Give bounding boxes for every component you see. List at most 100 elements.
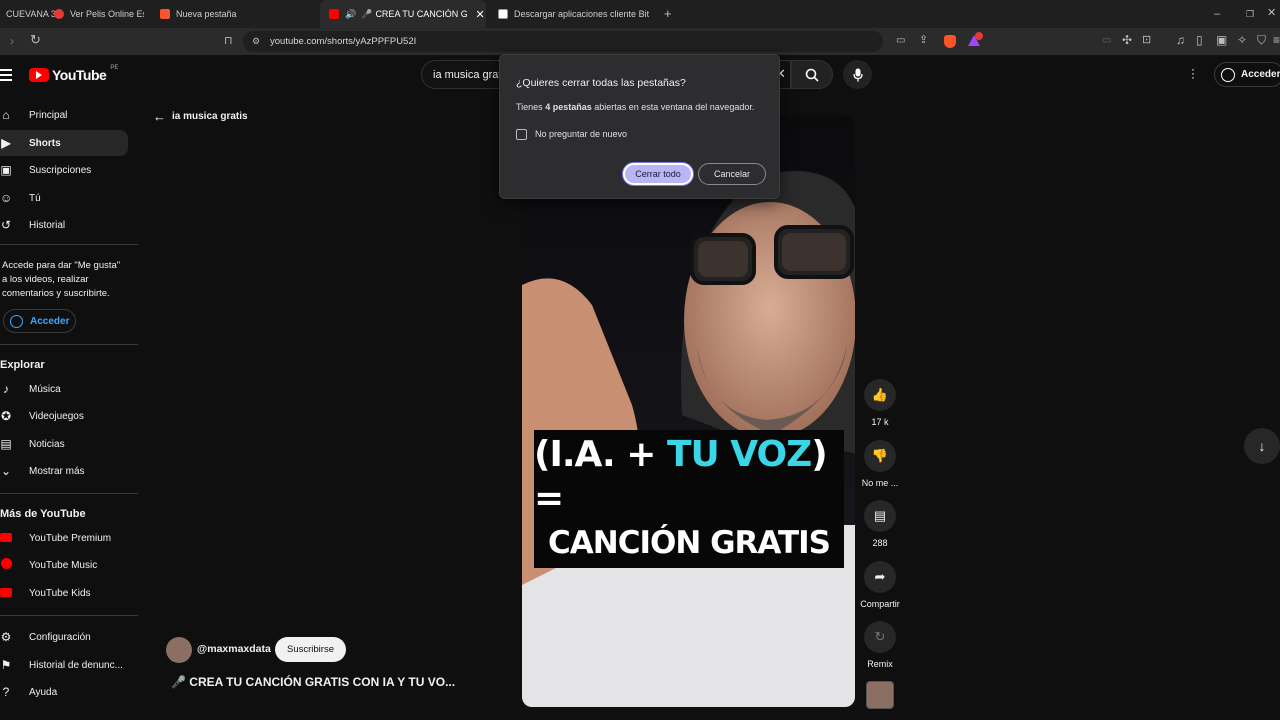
sidebar-item-mostrar-mas[interactable]: ⌄ Mostrar más [0,458,128,484]
dont-ask-checkbox[interactable] [516,129,527,140]
sidebar-item-historial[interactable]: ↺ Historial [0,212,128,238]
next-short-button[interactable]: ↓ [1244,428,1280,464]
chevron-down-icon: ⌄ [0,464,12,478]
page-icon [498,9,508,19]
back-to-results[interactable]: ← ia musica gratis [153,109,248,124]
youtube-music-icon [0,558,12,572]
channel-avatar[interactable] [166,637,192,663]
puzzle-icon[interactable]: ✣ [1122,34,1132,46]
youtube-logo[interactable]: YouTube PE [29,65,118,83]
youtube-premium-icon [0,531,12,545]
sidebar-signin-button[interactable]: Acceder [3,309,76,333]
site-info-icon[interactable]: ⚙ [252,31,260,52]
hamburger-menu-icon[interactable] [0,69,12,81]
remix-icon[interactable]: ↻ [864,621,896,653]
mic-icon: 🎤 [361,8,373,19]
extension-icon-dim[interactable]: ▭ [1102,35,1111,47]
share-action[interactable]: ➦ Compartir [858,561,902,609]
sidebar-item-shorts[interactable]: ▶ Shorts [0,130,128,156]
gear-icon: ⚙ [0,630,12,644]
sidebar-item-historial-denuncias[interactable]: ⚑ Historial de denunc... [0,652,128,678]
screenshot-icon[interactable]: ⊡ [1142,34,1151,46]
sidebar-item-musica[interactable]: ♪ Música [0,376,128,402]
sidebar-item-noticias[interactable]: ▤ Noticias [0,431,128,457]
sidebar-item-ayuda[interactable]: ? Ayuda [0,679,128,705]
thumbs-down-icon[interactable]: 👎 [864,440,896,472]
voice-search-button[interactable] [843,60,872,89]
maximize-icon[interactable]: ❐ [1246,8,1254,20]
search-icon [805,68,819,82]
flag-icon: ⚑ [0,658,12,672]
wallet-icon[interactable]: ▣ [1216,34,1227,46]
more-options-icon[interactable]: · · · [1191,63,1195,83]
address-bar[interactable]: ⚙ youtube.com/shorts/yAzPPFPU52I [243,31,883,52]
share-arrow-icon[interactable]: ➦ [864,561,896,593]
bookmark-icon[interactable]: ⊓ [224,35,233,47]
youtube-play-icon [29,68,49,82]
close-all-button[interactable]: Cerrar todo [623,163,693,185]
media-music-icon[interactable]: ♫ [1176,34,1185,46]
close-window-icon[interactable]: ✕ [1267,7,1276,19]
sidebar-item-tu[interactable]: ☺ Tú [0,185,128,211]
section-explorar: Explorar [0,359,45,371]
comment-icon[interactable]: ▤ [864,500,896,532]
sidebar-item-principal[interactable]: ⌂ Principal [0,102,128,128]
heart-icon [54,9,64,19]
brave-lion-icon [160,9,170,19]
sidebar-item-youtube-premium[interactable]: YouTube Premium [0,525,128,551]
tab-bittorrent[interactable]: Descargar aplicaciones cliente BitTorr [498,0,658,28]
like-action[interactable]: 👍 17 k [858,379,902,427]
audio-thumbnail[interactable] [866,681,894,709]
subscribe-button[interactable]: Suscribirse [275,637,346,662]
new-tab-plus-icon[interactable]: + [664,7,672,20]
tab-active-short[interactable]: 🔊 🎤 CREA TU CANCIÓN GRAT ✕ [320,0,486,28]
subscriptions-icon: ▣ [0,163,12,177]
signin-button[interactable]: Acceder [1214,62,1280,87]
sidebar-item-youtube-music[interactable]: YouTube Music [0,552,128,578]
remix-action[interactable]: ↻ Remix [858,621,902,669]
forward-icon[interactable]: › [10,35,14,47]
video-frame [522,115,855,707]
cast-icon[interactable]: ▭ [896,35,905,47]
sidebar-divider [0,244,138,245]
tab-ver-pelis[interactable]: Ver Pelis Online Estr [54,0,144,28]
dialog-body: Tienes 4 pestañas abiertas en esta venta… [516,102,755,112]
vpn-shield-icon[interactable]: ⛉ [1257,34,1266,46]
speaker-icon[interactable]: 🔊 [345,9,356,20]
thumbs-up-icon[interactable]: 👍 [864,379,896,411]
short-title[interactable]: 🎤 CREA TU CANCIÓN GRATIS CON IA Y TU VO.… [171,675,501,689]
music-icon: ♪ [3,382,9,396]
leo-ai-icon[interactable]: ✧ [1237,34,1247,46]
you-icon: ☺ [0,191,13,205]
short-video-player[interactable]: (I.A. + TU VOZ) = CANCIÓN GRATIS [522,115,855,707]
sidebar-item-youtube-kids[interactable]: YouTube Kids [0,580,128,606]
rewards-badge [975,32,983,40]
dislike-action[interactable]: 👎 No me ... [858,440,902,488]
sidebar-item-configuracion[interactable]: ⚙ Configuración [0,624,128,650]
shorts-icon: ▶ [1,136,11,150]
home-icon: ⌂ [2,108,10,122]
account-icon [1221,67,1235,82]
channel-name[interactable]: @maxmaxdata [197,643,271,655]
close-tab-icon[interactable]: ✕ [475,8,484,21]
search-button[interactable] [791,60,833,89]
tab-new-tab[interactable]: Nueva pestaña [160,0,310,28]
microphone-icon [852,68,863,81]
sidebar-toggle-icon[interactable]: ▯ [1196,34,1203,46]
reload-icon[interactable]: ↻ [30,33,41,46]
close-all-tabs-dialog: ¿Quieres cerrar todas las pestañas? Tien… [499,54,780,199]
brave-shields-icon[interactable] [944,35,956,48]
share-page-icon[interactable]: ⇪ [919,34,928,46]
help-icon: ? [2,685,10,699]
dialog-title: ¿Quieres cerrar todas las pestañas? [516,77,686,89]
menu-icon[interactable]: ≡ [1273,34,1280,46]
history-icon: ↺ [0,218,12,232]
tab-cuevana[interactable]: CUEVANA 3 [6,0,56,28]
arrow-down-icon: ↓ [1258,438,1266,454]
minimize-icon[interactable]: – [1214,8,1220,20]
sidebar-item-suscripciones[interactable]: ▣ Suscripciones [0,157,128,183]
cancel-button[interactable]: Cancelar [698,163,766,185]
comments-action[interactable]: ▤ 288 [858,500,902,548]
youtube-kids-icon [0,586,12,600]
sidebar-item-videojuegos[interactable]: ✪ Videojuegos [0,403,128,429]
